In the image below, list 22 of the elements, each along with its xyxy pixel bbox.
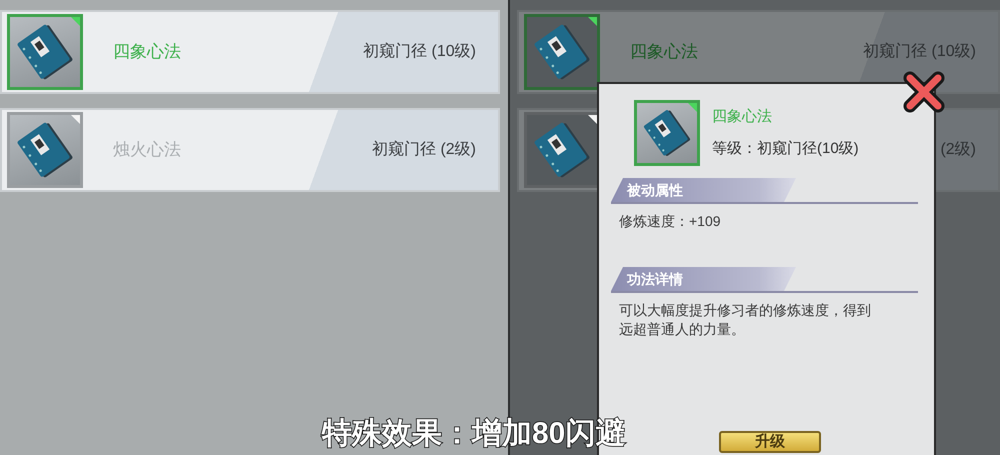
technique-level: 初窥门径 (10级) xyxy=(863,42,976,62)
upgrade-button[interactable]: 升级 xyxy=(719,431,821,453)
section-header: 被动属性 xyxy=(611,178,796,202)
corner-mark xyxy=(588,17,597,26)
corner-mark xyxy=(71,115,80,124)
technique-name: 四象心法 xyxy=(712,106,773,126)
section-text: 可以大幅度提升修习者的修炼速度，得到远超普通人的力量。 xyxy=(619,301,872,339)
section-header: 功法详情 xyxy=(611,267,796,291)
corner-mark xyxy=(688,103,697,112)
technique-level: 初窥门径 (2级) xyxy=(372,140,476,160)
level-text: 等级：初窥门径(10级) xyxy=(712,139,859,159)
section-text: 修炼速度：+109 xyxy=(619,212,722,231)
technique-level: 初窥门径 (10级) xyxy=(363,42,476,62)
close-icon[interactable] xyxy=(902,70,946,114)
technique-row[interactable]: 四象心法 初窥门径 (10级) xyxy=(0,10,500,94)
technique-name: 四象心法 xyxy=(630,41,698,64)
corner-mark xyxy=(71,17,80,26)
technique-row[interactable]: 烛火心法 初窥门径 (2级) xyxy=(0,108,500,192)
book-icon xyxy=(641,107,693,159)
technique-name: 烛火心法 xyxy=(113,139,181,162)
technique-name: 四象心法 xyxy=(113,41,181,64)
technique-level: (2级) xyxy=(940,140,976,160)
